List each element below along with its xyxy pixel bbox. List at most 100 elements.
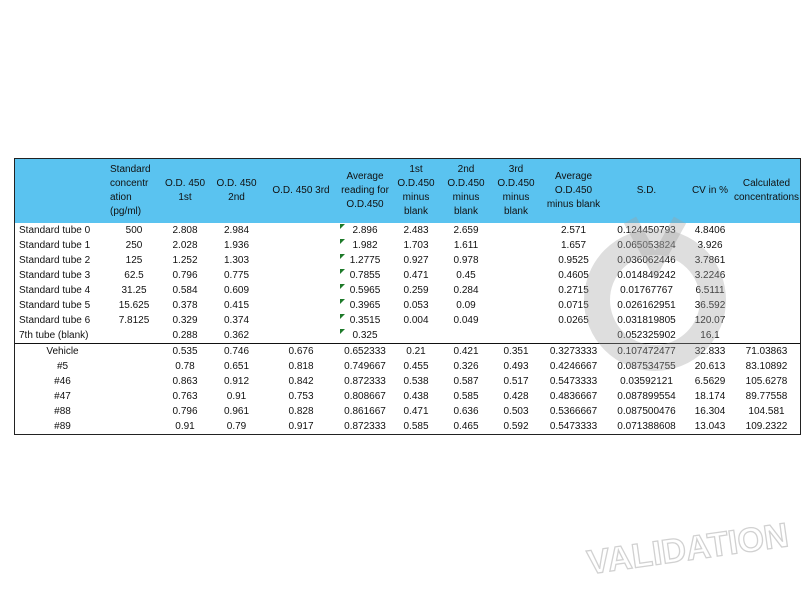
table-cell: 0.78	[175, 361, 195, 372]
standard-row: Standard tube 0 500 2.808 2.984 2.896 2.483 2.…	[15, 223, 800, 238]
table-cell: 31.25	[121, 285, 147, 296]
sample-row: Vehicle 0.535 0.746 0.676 0.652333 0.21 0.421 0…	[15, 343, 800, 359]
table-cell: 0.031819805	[617, 315, 676, 326]
column-header: Calculated concentrations	[733, 159, 800, 223]
row-label: Standard tube 4	[19, 285, 91, 296]
table-cell: 0.9525	[558, 255, 589, 266]
table-cell: 0.609	[223, 285, 250, 296]
column-header: 2nd O.D.450 minus blank	[441, 159, 491, 223]
standard-row: Standard tube 6 7.8125 0.329 0.374 0.3515 0.0…	[15, 313, 800, 328]
table-cell: 0.053	[403, 300, 429, 311]
table-cell: 0.362	[223, 330, 250, 341]
table-cell: 2.896	[339, 223, 391, 238]
table-cell: 0.872333	[344, 421, 386, 432]
standard-row: Standard tube 4 31.25 0.584 0.609 0.5965 0.25…	[15, 283, 800, 298]
table-cell: 109.2322	[745, 421, 788, 432]
table-cell: 0.538	[403, 376, 429, 387]
table-cell	[108, 404, 160, 419]
table-cell: 0.592	[503, 421, 529, 432]
table-cell: 0.676	[263, 343, 339, 359]
cell-value: 0.5965	[349, 285, 381, 296]
table-cell: 1.303	[223, 255, 250, 266]
row-label: 7th tube (blank)	[19, 330, 89, 341]
table-cell: 0.087899554	[617, 391, 676, 402]
table-cell: 1.936	[223, 240, 250, 251]
column-header: 3rd O.D.450 minus blank	[491, 159, 541, 223]
row-label: #46	[54, 376, 71, 387]
table-cell: 120.07	[694, 315, 726, 326]
sample-row: #5 0.78 0.651 0.818 0.749667 0.455 0.326 0.493 0…	[15, 359, 800, 374]
table-cell: 0.863	[172, 376, 198, 387]
table-cell: 0.91	[175, 421, 195, 432]
table-cell: 0.585	[403, 421, 429, 432]
cell-value: 0.3515	[349, 315, 381, 326]
row-label: Standard tube 2	[19, 255, 91, 266]
sample-row: #46 0.863 0.912 0.842 0.872333 0.538 0.587 0.51…	[15, 374, 800, 389]
table-cell	[263, 283, 339, 298]
table-cell: 83.10892	[745, 361, 788, 372]
table-cell	[108, 389, 160, 404]
table-cell: 20.613	[694, 361, 726, 372]
table-cell	[263, 268, 339, 283]
table-cell: 1.252	[172, 255, 198, 266]
row-label: Standard tube 0	[19, 225, 91, 236]
table-cell: 16.304	[694, 406, 726, 417]
table-cell	[491, 298, 541, 313]
table-cell: 3.7861	[694, 255, 726, 266]
table-cell: 0.978	[453, 255, 479, 266]
elisa-results-table: Standard concentr ation (pg/ml) O.D. 450 …	[15, 159, 800, 434]
table-cell: 125	[125, 255, 143, 266]
table-cell: 0.026162951	[617, 300, 676, 311]
table-cell: 0.79	[226, 421, 247, 432]
table-cell: 0.493	[503, 361, 529, 372]
table-cell	[733, 238, 800, 253]
table-cell: 2.659	[453, 225, 479, 236]
table-cell: 0.4246667	[549, 361, 598, 372]
table-cell: 0.517	[503, 376, 529, 387]
table-cell: 2.984	[223, 225, 250, 236]
cell-value: 2.896	[352, 225, 378, 236]
table-cell: 0.288	[172, 330, 198, 341]
table-cell	[733, 283, 800, 298]
table-cell: 0.861667	[344, 406, 386, 417]
row-label: Standard tube 6	[19, 315, 91, 326]
elisa-data-sheet: Standard concentr ation (pg/ml) O.D. 450 …	[14, 158, 801, 435]
table-cell	[263, 223, 339, 238]
column-header: O.D. 450 1st	[160, 159, 210, 223]
table-cell: 0.7855	[339, 268, 391, 283]
table-cell: 0.753	[288, 391, 314, 402]
table-cell: 0.21	[391, 343, 441, 359]
table-cell	[491, 253, 541, 268]
table-cell: 1.611	[453, 240, 479, 251]
row-label: Standard tube 3	[19, 270, 91, 281]
table-cell: 0.3515	[339, 313, 391, 328]
table-cell: 0.796	[172, 270, 198, 281]
table-cell: 0.45	[456, 270, 476, 281]
row-label: Vehicle	[15, 343, 108, 359]
table-cell: 0.652333	[339, 343, 391, 359]
table-cell: 0.5366667	[549, 406, 598, 417]
table-cell: 32.833	[687, 343, 733, 359]
sample-row: #88 0.796 0.961 0.828 0.861667 0.471 0.636 0.50…	[15, 404, 800, 419]
row-label: #5	[56, 361, 69, 372]
column-header: Average O.D.450 minus blank	[541, 159, 606, 223]
table-cell	[491, 313, 541, 328]
table-cell	[733, 298, 800, 313]
table-cell: 0.284	[453, 285, 479, 296]
table-cell: 0.3965	[339, 298, 391, 313]
table-body: Standard tube 0 500 2.808 2.984 2.896 2.483 2.…	[15, 223, 800, 434]
table-cell: 0.329	[172, 315, 198, 326]
formula-flag-icon	[340, 314, 345, 319]
table-cell: 89.77558	[745, 391, 788, 402]
table-cell: 3.926	[697, 240, 723, 251]
formula-flag-icon	[340, 329, 345, 334]
table-cell: 0.746	[210, 343, 263, 359]
table-cell: 0.775	[223, 270, 250, 281]
table-cell	[733, 328, 800, 344]
cell-value: 0.325	[352, 330, 378, 341]
table-cell: 0.5473333	[549, 421, 598, 432]
table-cell	[391, 328, 441, 344]
cell-value: 0.7855	[349, 270, 381, 281]
table-cell: 16.1	[700, 330, 720, 341]
table-cell: 1.703	[403, 240, 429, 251]
